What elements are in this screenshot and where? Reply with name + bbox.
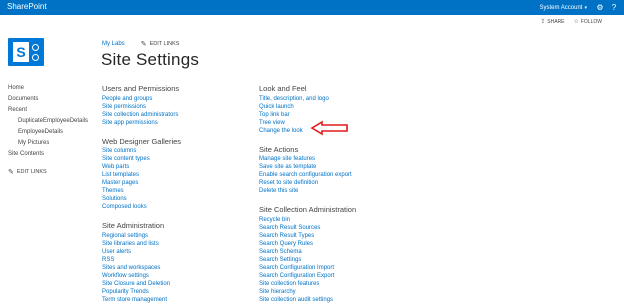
follow-button[interactable]: ☆ FOLLOW: [573, 18, 602, 26]
group-title: Users and Permissions: [102, 84, 180, 93]
nav-item-duplicateemployeedetails[interactable]: DuplicateEmployeeDetails: [8, 116, 90, 127]
settings-link[interactable]: Recycle bin: [259, 216, 439, 224]
group-users-and-permissions: Users and Permissions People and groups …: [102, 84, 252, 127]
settings-link[interactable]: Quick launch: [259, 103, 439, 111]
group-title: Look and Feel: [259, 84, 307, 93]
group-title: Site Actions: [259, 144, 299, 154]
settings-link[interactable]: Search Query Rules: [259, 240, 439, 248]
settings-link[interactable]: Search Schema: [259, 248, 439, 256]
group-title: Site Collection Administration: [259, 205, 357, 214]
nav-edit-links-label: EDIT LINKS: [16, 169, 47, 175]
settings-link[interactable]: Term store management: [102, 296, 252, 304]
settings-link[interactable]: Web parts: [102, 163, 252, 171]
settings-link[interactable]: Site libraries and lists: [102, 240, 252, 248]
nav-item-site-contents[interactable]: Site Contents: [8, 149, 90, 160]
settings-link[interactable]: Site collection features: [259, 280, 439, 288]
nav-item-employeedetails[interactable]: EmployeeDetails: [8, 127, 90, 138]
user-name: System Account: [539, 4, 583, 11]
group-site-collection-administration: Site Collection Administration Recycle b…: [259, 205, 439, 304]
nav-item-documents[interactable]: Documents: [8, 94, 90, 105]
share-label: SHARE: [547, 18, 565, 25]
settings-link[interactable]: Themes: [102, 187, 252, 195]
settings-link[interactable]: Site permissions: [102, 103, 252, 111]
settings-link[interactable]: Regional settings: [102, 232, 252, 240]
logo-dot: [32, 54, 39, 61]
settings-link[interactable]: Reset to site definition: [259, 179, 439, 187]
settings-link[interactable]: Save site as template: [259, 163, 439, 171]
edit-links-label: EDIT LINKS: [149, 41, 180, 47]
settings-link[interactable]: Master pages: [102, 179, 252, 187]
settings-link[interactable]: Manage site features: [259, 155, 439, 163]
settings-link[interactable]: Site app permissions: [102, 119, 252, 127]
settings-link[interactable]: User alerts: [102, 248, 252, 256]
settings-column-right: Look and Feel Title, description, and lo…: [259, 84, 439, 306]
gear-icon[interactable]: ⚙: [593, 3, 607, 12]
breadcrumb-site-link[interactable]: My Labs: [102, 41, 125, 47]
settings-link[interactable]: Solutions: [102, 195, 252, 203]
settings-link[interactable]: Search Configuration Export: [259, 272, 439, 280]
settings-link[interactable]: Search Result Types: [259, 232, 439, 240]
settings-link[interactable]: RSS: [102, 256, 252, 264]
suite-bar: SharePoint System Account ▾ ⚙ ?: [0, 0, 624, 15]
chevron-down-icon: ▾: [584, 4, 587, 11]
settings-column-left: Users and Permissions People and groups …: [102, 84, 252, 306]
settings-link[interactable]: List templates: [102, 171, 252, 179]
settings-link[interactable]: Sites and workspaces: [102, 264, 252, 272]
pencil-icon: ✎: [8, 169, 14, 176]
logo-dot: [32, 44, 39, 51]
settings-link[interactable]: Site Closure and Deletion: [102, 280, 252, 288]
settings-link[interactable]: Site hierarchy: [259, 288, 439, 296]
settings-link[interactable]: Search Configuration Import: [259, 264, 439, 272]
nav-item-my-pictures[interactable]: My Pictures: [8, 138, 90, 149]
settings-link[interactable]: Search Settings: [259, 256, 439, 264]
settings-link[interactable]: Delete this site: [259, 187, 439, 195]
page-title: Site Settings: [101, 50, 200, 69]
sharepoint-logo-icon: S: [13, 42, 29, 62]
nav-item-home[interactable]: Home: [8, 83, 90, 94]
settings-link[interactable]: Search Result Sources: [259, 224, 439, 232]
breadcrumb: My Labs ✎ EDIT LINKS: [102, 40, 179, 48]
annotation-arrow-icon: [310, 120, 348, 136]
settings-link[interactable]: Composed looks: [102, 203, 252, 211]
settings-link[interactable]: Title, description, and logo: [259, 95, 439, 103]
settings-link[interactable]: Site collection administrators: [102, 111, 252, 119]
suite-bar-right: System Account ▾ ⚙ ?: [539, 0, 624, 15]
settings-link[interactable]: Site collection audit settings: [259, 296, 439, 304]
group-web-designer-galleries: Web Designer Galleries Site columns Site…: [102, 137, 252, 212]
settings-link[interactable]: People and groups: [102, 95, 252, 103]
settings-link[interactable]: Enable search configuration export: [259, 171, 439, 179]
group-title: Web Designer Galleries: [102, 136, 182, 146]
site-logo[interactable]: S: [8, 38, 44, 66]
share-button[interactable]: ⇪ SHARE: [540, 18, 565, 26]
pencil-icon: ✎: [140, 41, 147, 48]
edit-links-button[interactable]: ✎ EDIT LINKS: [141, 40, 180, 48]
group-site-actions: Site Actions Manage site features Save s…: [259, 145, 439, 196]
quick-launch: Home Documents Recent DuplicateEmployeeD…: [8, 83, 90, 178]
page-actions: ⇪ SHARE ☆ FOLLOW: [540, 18, 602, 26]
follow-label: FOLLOW: [580, 18, 602, 25]
settings-link[interactable]: Site columns: [102, 147, 252, 155]
settings-link[interactable]: Top link bar: [259, 111, 439, 119]
help-icon[interactable]: ?: [607, 3, 621, 12]
suite-brand[interactable]: SharePoint: [7, 2, 47, 11]
group-title: Site Administration: [102, 221, 165, 230]
settings-link[interactable]: Site content types: [102, 155, 252, 163]
settings-link[interactable]: Popularity Trends: [102, 288, 252, 296]
settings-link[interactable]: Workflow settings: [102, 272, 252, 280]
user-menu[interactable]: System Account ▾: [539, 5, 587, 11]
nav-edit-links-button[interactable]: ✎ EDIT LINKS: [8, 167, 90, 178]
group-site-administration: Site Administration Regional settings Si…: [102, 221, 252, 304]
star-icon: ☆: [573, 19, 579, 25]
share-icon: ⇪: [540, 19, 546, 25]
nav-item-recent[interactable]: Recent: [8, 105, 90, 116]
